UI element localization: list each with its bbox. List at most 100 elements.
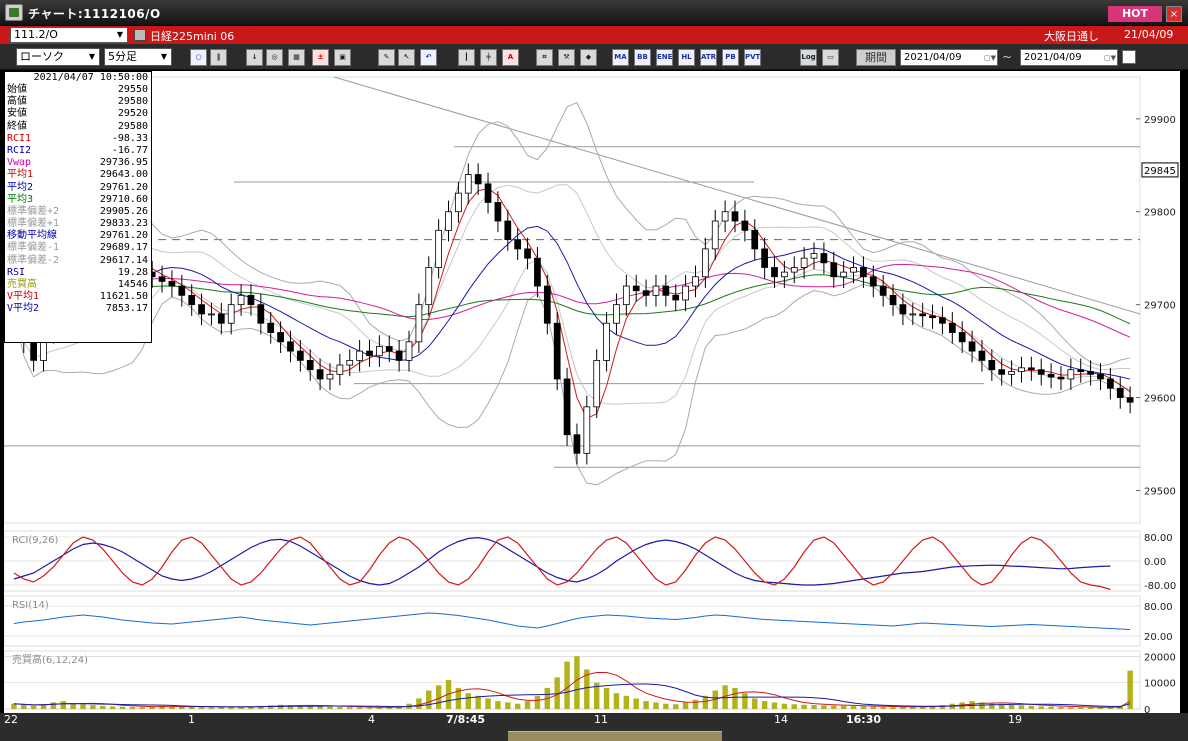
session-label: 大阪日通し: [1044, 30, 1099, 43]
volume-bar: [109, 706, 116, 709]
volume-tick-label: 0: [1144, 705, 1150, 713]
lock-icon[interactable]: [134, 29, 146, 41]
candle-body: [771, 267, 778, 278]
pvt-button[interactable]: PVT: [744, 49, 761, 66]
candle-body: [652, 285, 660, 296]
candle-body: [504, 220, 512, 241]
info-label: 平均2: [7, 181, 34, 193]
grid-icon[interactable]: ⌗: [536, 49, 553, 66]
volume-bar: [1127, 670, 1133, 709]
info-label: V平均1: [7, 291, 40, 303]
info-value: 29761.20: [99, 181, 148, 193]
info-panel: 2021/04/07 10:50:00 始値 29550 高値 29580 安値 2952…: [4, 71, 152, 343]
download-icon[interactable]: ↓: [246, 49, 263, 66]
info-row: 標準偏差+1 29833.23: [5, 218, 151, 230]
chart-svg[interactable]: RCI(9,26) RSI(14) 売買高(6,12,24) 29900 2980…: [4, 71, 1180, 713]
hl-button[interactable]: HL: [678, 49, 695, 66]
chart-type-value: ローソク: [20, 50, 64, 63]
settings-icon[interactable]: ▣: [334, 49, 351, 66]
wrench-icon[interactable]: ⚒: [558, 49, 575, 66]
volume-bar: [1087, 707, 1094, 709]
volume-bar: [1058, 706, 1064, 709]
x-tick-label: 4: [368, 713, 375, 726]
bb-button[interactable]: BB: [634, 49, 651, 66]
draw-line-icon[interactable]: ✎: [378, 49, 395, 66]
pointer-icon[interactable]: ↖: [398, 49, 415, 66]
candle-body: [583, 406, 591, 454]
volume-bar: [732, 687, 738, 709]
all-icon[interactable]: A: [502, 49, 519, 66]
info-row: 高値 29580: [5, 96, 151, 108]
scrollbar-thumb[interactable]: [508, 731, 722, 741]
date-from-field[interactable]: 2021/04/09 ▢▼: [900, 49, 998, 66]
pb-button[interactable]: PB: [722, 49, 739, 66]
candle-body: [376, 346, 383, 357]
volume-bar: [129, 706, 136, 709]
volume-bar: [80, 704, 86, 709]
hot-button[interactable]: HOT: [1108, 6, 1162, 22]
candle-body: [494, 202, 502, 222]
info-row: RCI1 -98.33: [5, 133, 151, 145]
candle-body: [306, 359, 314, 371]
info-value: 29689.17: [99, 242, 148, 254]
calendar-icon[interactable]: ▢▼: [1094, 51, 1116, 64]
candle-body: [929, 315, 936, 319]
candle-body: [642, 290, 650, 296]
volume-bar: [821, 705, 827, 709]
volume-bar: [465, 693, 471, 709]
chevron-down-icon[interactable]: ▼: [158, 51, 170, 63]
candle-body: [227, 304, 235, 324]
candle-icon[interactable]: ┃: [458, 49, 475, 66]
period-checkbox[interactable]: [1122, 50, 1136, 64]
bar-icon[interactable]: ╪: [480, 49, 497, 66]
candle-body: [1067, 369, 1075, 380]
candle-body: [316, 369, 324, 380]
volume-bar: [939, 705, 946, 709]
info-label: 安値: [7, 108, 27, 120]
color-icon[interactable]: ◆: [580, 49, 597, 66]
candle-body: [514, 239, 522, 250]
period-button[interactable]: 期間: [856, 49, 896, 66]
ma-button[interactable]: MA: [612, 49, 629, 66]
undo-icon[interactable]: ↶: [420, 49, 437, 66]
window-icon[interactable]: ▭: [822, 49, 839, 66]
candle-body: [1097, 373, 1104, 380]
window-title: チャート:1112106/O: [28, 7, 161, 21]
volume-bar: [623, 695, 630, 709]
volume-bar: [50, 702, 57, 709]
search-chart-icon[interactable]: ◎: [266, 49, 283, 66]
volume-bar: [603, 687, 610, 709]
candle-body: [1126, 397, 1134, 403]
log-button[interactable]: Log: [800, 49, 817, 66]
instrument-name: 日経225mini 06: [150, 30, 235, 43]
close-button[interactable]: ×: [1166, 6, 1182, 22]
candle-body: [287, 341, 294, 352]
volume-bar: [811, 705, 817, 709]
candle-body: [613, 304, 620, 324]
calendar-icon[interactable]: ▢▼: [974, 51, 996, 64]
info-row: 平均3 29710.60: [5, 194, 151, 206]
volume-bar: [534, 695, 541, 709]
chart-type-select[interactable]: ローソク ▼: [16, 48, 100, 66]
info-datetime: 2021/04/07 10:50:00: [33, 72, 148, 83]
split-icon[interactable]: ‖: [210, 49, 227, 66]
ene-button[interactable]: ENE: [656, 49, 673, 66]
date-to-field[interactable]: 2021/04/09 ▢▼: [1020, 49, 1118, 66]
symbol-select[interactable]: 111.2/O ▼: [10, 27, 128, 43]
interval-select[interactable]: 5分足 ▼: [104, 48, 172, 66]
chart-area[interactable]: RCI(9,26) RSI(14) 売買高(6,12,24) 29900 2980…: [4, 71, 1180, 713]
atr-button[interactable]: ATR: [700, 49, 717, 66]
compare-icon[interactable]: ±: [312, 49, 329, 66]
chevron-down-icon[interactable]: ▼: [86, 51, 98, 63]
candle-body: [563, 378, 571, 436]
zoom-icon[interactable]: ○: [190, 49, 207, 66]
volume-tick-label: 20000: [1144, 652, 1176, 663]
candle-body: [1116, 387, 1124, 398]
table-icon[interactable]: ▦: [288, 49, 305, 66]
info-label: 売買高: [7, 279, 37, 290]
chevron-down-icon[interactable]: ▼: [114, 29, 126, 41]
info-row: 安値 29520: [5, 108, 151, 120]
date-to-value: 2021/04/09: [1024, 52, 1082, 63]
candle-body: [909, 313, 917, 316]
info-label: RCI1: [7, 132, 32, 144]
